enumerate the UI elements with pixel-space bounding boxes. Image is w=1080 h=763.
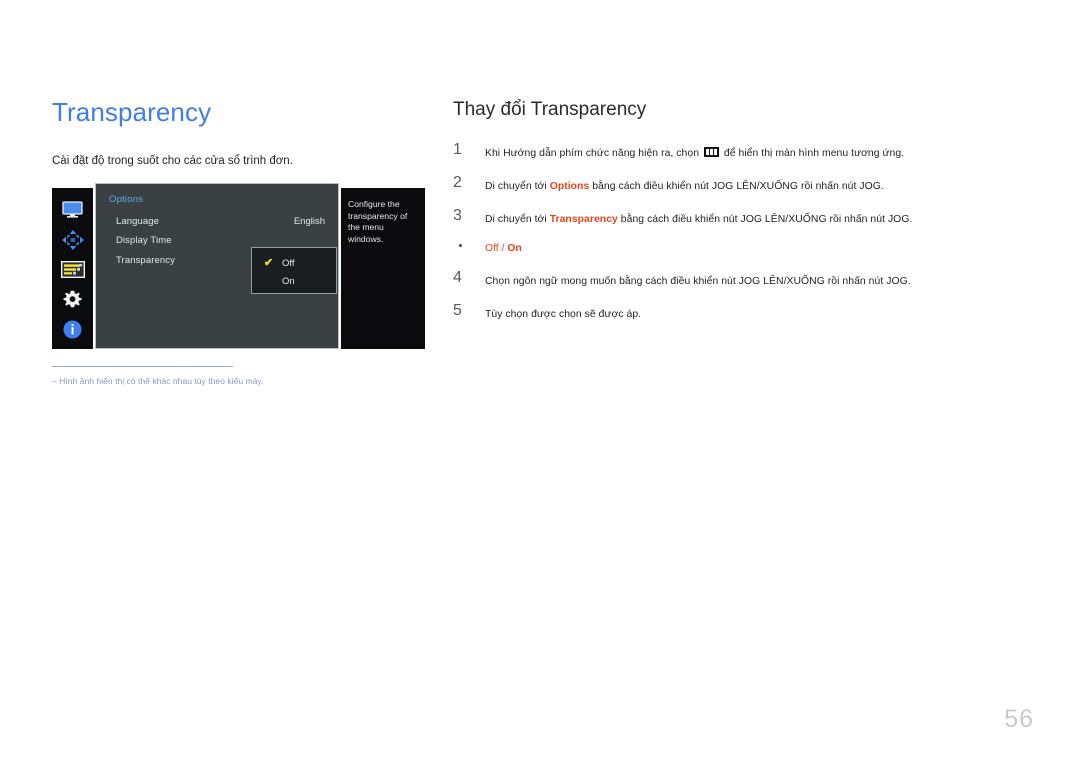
step-text: Khi Hướng dẫn phím chức năng hiện ra, ch… bbox=[485, 147, 905, 159]
option-on: On bbox=[507, 243, 522, 254]
option-off: Off bbox=[485, 243, 499, 254]
osd-icon-sidebar bbox=[52, 188, 93, 349]
menu-icon bbox=[703, 147, 719, 157]
step-number: 4 bbox=[453, 269, 462, 286]
osd-menu-title: Options bbox=[109, 194, 144, 205]
step-5: 5 Tùy chọn được chọn sẽ được áp. bbox=[453, 302, 1033, 323]
section-title: Thay đổi Transparency bbox=[453, 99, 647, 120]
step-2-highlight: Options bbox=[549, 181, 590, 192]
osd-row-display-time[interactable]: Display Time bbox=[116, 235, 172, 246]
footnote-text: ‒ Hình ảnh hiển thị có thể khác nhau tùy… bbox=[52, 376, 264, 386]
footnote: ‒ Hình ảnh hiển thị có thể khác nhau tùy… bbox=[52, 366, 422, 387]
left-column: Transparency Cài đặt độ trong suốt cho c… bbox=[52, 96, 432, 169]
step-4: 4 Chọn ngôn ngữ mong muốn bằng cách điều… bbox=[453, 269, 1033, 290]
step-2: 2 Di chuyển tới Options bằng cách điều k… bbox=[453, 174, 1033, 195]
step-1-post: để hiển thị màn hình menu tương ứng. bbox=[720, 148, 905, 159]
osd-row-language[interactable]: Language bbox=[116, 216, 159, 227]
step-2-pre: Di chuyển tới bbox=[485, 181, 550, 192]
options-list: Off / On bbox=[485, 243, 522, 254]
monitor-icon bbox=[60, 200, 86, 220]
osd-help-panel: Configure the transparency of the menu w… bbox=[341, 188, 425, 349]
instruction-steps: 1 Khi Hướng dẫn phím chức năng hiện ra, … bbox=[453, 122, 1033, 323]
osd-help-text: Configure the transparency of the menu w… bbox=[348, 199, 408, 244]
step-number: 5 bbox=[453, 302, 462, 319]
step-number: 3 bbox=[453, 207, 462, 224]
osd-value-language: English bbox=[293, 216, 325, 227]
step-number: 1 bbox=[453, 141, 462, 158]
checkmark-icon: ✔ bbox=[264, 257, 274, 269]
dropdown-option-off[interactable]: Off bbox=[282, 258, 295, 269]
instructions-column: Thay đổi Transparency 1 Khi Hướng dẫn ph… bbox=[453, 98, 1033, 337]
step-3: 3 Di chuyển tới Transparency bằng cách đ… bbox=[453, 207, 1033, 228]
step-1: 1 Khi Hướng dẫn phím chức năng hiện ra, … bbox=[453, 141, 1033, 162]
osd-row-transparency[interactable]: Transparency bbox=[116, 255, 175, 266]
step-1-pre: Khi Hướng dẫn phím chức năng hiện ra, ch… bbox=[485, 148, 702, 159]
osd-transparency-dropdown[interactable]: ✔ Off On bbox=[251, 247, 337, 294]
step-text: Di chuyển tới Options bằng cách điều khi… bbox=[485, 181, 884, 192]
page-description: Cài đặt độ trong suốt cho các cửa sổ trì… bbox=[52, 155, 293, 167]
step-text: Chọn ngôn ngữ mong muốn bằng cách điều k… bbox=[485, 276, 911, 287]
page-number: 56 bbox=[1004, 705, 1034, 733]
step-text: Di chuyển tới Transparency bằng cách điề… bbox=[485, 214, 912, 225]
step-number: 2 bbox=[453, 174, 462, 191]
dropdown-option-on[interactable]: On bbox=[282, 276, 295, 287]
page-title: Transparency bbox=[52, 97, 212, 127]
bullet-dot-icon bbox=[459, 244, 462, 247]
step-3-post: bằng cách điều khiển nút JOG LÊN/XUỐNG r… bbox=[617, 214, 913, 225]
gear-icon bbox=[60, 290, 86, 310]
sliders-icon bbox=[60, 260, 86, 280]
step-3-highlight: Transparency bbox=[549, 214, 618, 225]
options-bullet: Off / On bbox=[453, 238, 1033, 257]
step-3-pre: Di chuyển tới bbox=[485, 214, 550, 225]
osd-main-panel: Options Language English Display Time Tr… bbox=[95, 183, 339, 349]
directional-pad-icon bbox=[60, 229, 86, 250]
step-text: Tùy chọn được chọn sẽ được áp. bbox=[485, 309, 642, 320]
info-icon bbox=[60, 319, 86, 339]
step-2-post: bằng cách điều khiển nút JOG LÊN/XUỐNG r… bbox=[589, 181, 884, 192]
osd-mockup: Options Language English Display Time Tr… bbox=[52, 183, 425, 349]
